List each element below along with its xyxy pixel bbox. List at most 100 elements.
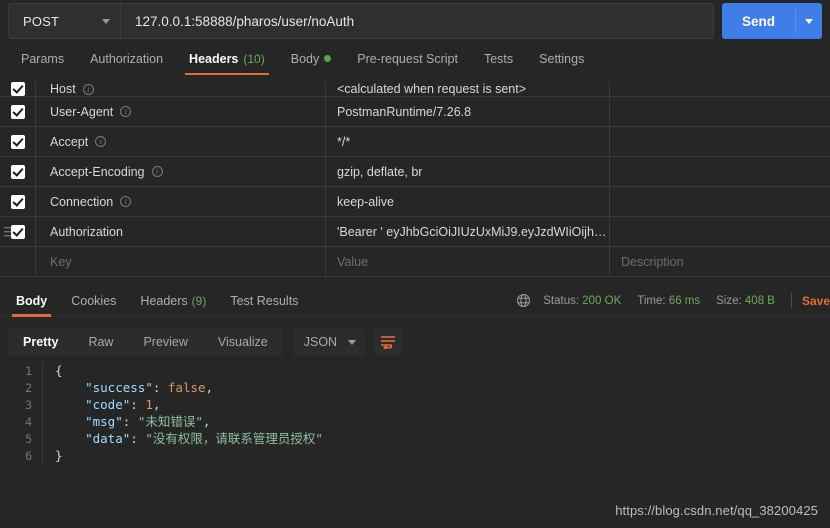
header-key-input[interactable]: Authorization	[36, 217, 326, 246]
row-checkbox-cell	[0, 217, 36, 246]
header-enabled-checkbox[interactable]	[10, 82, 25, 96]
header-description-input[interactable]	[610, 127, 830, 156]
header-enabled-checkbox[interactable]	[10, 134, 25, 149]
header-key-input[interactable]: Host i	[36, 82, 326, 96]
word-wrap-button[interactable]	[373, 328, 402, 356]
code-text[interactable]: "success": false,	[42, 379, 830, 396]
tab-label: Pre-request Script	[357, 51, 458, 66]
request-tab-authorization[interactable]: Authorization	[77, 42, 176, 75]
header-description-input[interactable]: Description	[610, 247, 830, 276]
response-bar: Body Cookies Headers (9) Test Results Status…	[0, 285, 830, 317]
format-tab-visualize[interactable]: Visualize	[203, 328, 283, 356]
request-tab-pre-request-script[interactable]: Pre-request Script	[344, 42, 471, 75]
request-tab-settings[interactable]: Settings	[526, 42, 597, 75]
header-key-input[interactable]: Connection i	[36, 187, 326, 216]
header-value-text: gzip, deflate, br	[337, 164, 423, 179]
table-row[interactable]: Connection i keep-alive	[0, 187, 830, 217]
response-language-select[interactable]: JSON	[292, 328, 365, 356]
code-token: ,	[205, 380, 214, 395]
header-value-input[interactable]: <calculated when request is sent>	[326, 82, 610, 96]
request-tab-tests[interactable]: Tests	[471, 42, 526, 75]
info-icon[interactable]: i	[95, 136, 107, 147]
header-enabled-checkbox[interactable]	[10, 194, 25, 209]
code-token: "没有权限，请联系管理员授权"	[145, 431, 323, 446]
table-row[interactable]: Accept i */*	[0, 127, 830, 157]
code-token: 1	[145, 397, 153, 412]
code-token: "未知错误"	[137, 414, 203, 429]
header-key-input[interactable]: Accept-Encoding i	[36, 157, 326, 186]
format-tab-raw[interactable]: Raw	[73, 328, 128, 356]
size-metric: Size: 408 B	[716, 295, 775, 307]
code-text[interactable]: }	[42, 447, 830, 464]
request-tab-body[interactable]: Body	[278, 42, 345, 75]
tab-count-badge: (9)	[191, 293, 207, 308]
header-key-input[interactable]: Accept i	[36, 127, 326, 156]
header-description-input[interactable]	[610, 187, 830, 216]
table-row[interactable]: Authorization 'Bearer ' eyJhbGciOiJIUzUxM…	[0, 217, 830, 247]
info-icon[interactable]: i	[120, 196, 132, 207]
code-line: 3 "code": 1,	[0, 396, 830, 413]
header-value-input[interactable]: 'Bearer ' eyJhbGciOiJIUzUxMiJ9.eyJzdWIiO…	[326, 217, 610, 246]
info-icon[interactable]: i	[120, 106, 132, 117]
send-button[interactable]: Send	[722, 3, 795, 39]
row-checkbox-cell	[0, 127, 36, 156]
format-tab-preview[interactable]: Preview	[128, 328, 202, 356]
code-token: "code"	[85, 397, 131, 412]
header-value-input[interactable]: keep-alive	[326, 187, 610, 216]
header-description-input[interactable]	[610, 97, 830, 126]
body-present-dot-icon	[324, 55, 332, 62]
header-value-input[interactable]: gzip, deflate, br	[326, 157, 610, 186]
tab-label: Body	[290, 51, 320, 66]
response-tab-bar: Body Cookies Headers (9) Test Results	[0, 285, 310, 317]
code-line: 5 "data": "没有权限，请联系管理员授权"	[0, 430, 830, 447]
status-value: 200 OK	[582, 294, 622, 307]
code-text[interactable]: {	[42, 362, 830, 379]
header-new-row[interactable]: Key Value Description	[0, 247, 830, 277]
header-key-text: Connection	[50, 194, 114, 209]
code-text[interactable]: "msg": "未知错误",	[42, 413, 830, 430]
header-key-input[interactable]: Key	[36, 247, 326, 276]
response-tab-test-results[interactable]: Test Results	[218, 285, 310, 317]
status-metric: Status: 200 OK	[543, 295, 621, 307]
save-response-link[interactable]: Save	[802, 294, 830, 308]
format-tab-group: Pretty Raw Preview Visualize	[8, 328, 283, 356]
table-row[interactable]: User-Agent i PostmanRuntime/7.26.8	[0, 97, 830, 127]
info-icon[interactable]: i	[151, 166, 163, 177]
header-enabled-checkbox[interactable]	[10, 224, 25, 239]
globe-icon[interactable]	[516, 293, 531, 308]
code-text[interactable]: "code": 1,	[42, 396, 830, 413]
line-number: 2	[25, 380, 32, 395]
format-tab-pretty[interactable]: Pretty	[8, 328, 73, 356]
divider	[790, 293, 792, 308]
response-tab-cookies[interactable]: Cookies	[59, 285, 128, 317]
url-input[interactable]: 127.0.0.1:58888/pharos/user/noAuth	[121, 4, 713, 38]
send-options-button[interactable]	[796, 3, 822, 39]
response-tab-headers[interactable]: Headers (9)	[128, 285, 218, 317]
request-tab-params[interactable]: Params	[8, 42, 77, 75]
code-token: ,	[152, 397, 161, 412]
request-tab-bar: Params Authorization Headers (10) Body Pre-re…	[0, 42, 830, 75]
header-value-text: keep-alive	[337, 194, 394, 209]
request-tab-headers[interactable]: Headers (10)	[176, 42, 278, 75]
code-token: }	[55, 448, 63, 463]
header-value-input[interactable]: PostmanRuntime/7.26.8	[326, 97, 610, 126]
table-row[interactable]: Accept-Encoding i gzip, deflate, br	[0, 157, 830, 187]
header-enabled-checkbox[interactable]	[10, 104, 25, 119]
header-enabled-checkbox[interactable]	[10, 164, 25, 179]
table-row[interactable]: Host i <calculated when request is sent>	[0, 75, 830, 97]
header-value-input[interactable]: Value	[326, 247, 610, 276]
info-icon[interactable]: i	[82, 83, 94, 95]
header-description-input[interactable]	[610, 157, 830, 186]
response-tab-body[interactable]: Body	[4, 285, 59, 317]
header-key-text: User-Agent	[50, 104, 114, 119]
header-description-input[interactable]	[610, 217, 830, 246]
header-key-input[interactable]: User-Agent i	[36, 97, 326, 126]
tab-label: Cookies	[71, 293, 117, 308]
code-token: :	[130, 431, 146, 446]
method-dropdown[interactable]: POST	[9, 4, 121, 38]
line-number: 5	[25, 431, 32, 446]
header-value-input[interactable]: */*	[326, 127, 610, 156]
code-text[interactable]: "data": "没有权限，请联系管理员授权"	[42, 430, 830, 447]
